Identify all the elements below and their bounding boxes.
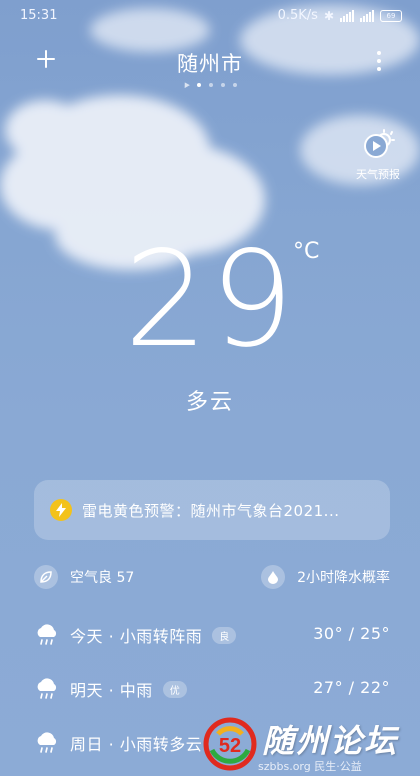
rain-probability[interactable]: 2小时降水概率 (261, 565, 390, 589)
watermark-title: 随州论坛 (262, 722, 399, 760)
air-quality-badge: 良 (212, 626, 237, 644)
rain-cloud-icon (37, 732, 57, 753)
leaf-icon (34, 565, 58, 589)
page-dot (197, 82, 201, 87)
page-dot (209, 82, 213, 87)
lightning-icon (50, 499, 72, 521)
network-speed: 0.5K/s (277, 8, 318, 23)
city-name[interactable]: 随州市 (0, 48, 420, 78)
svg-text:52: 52 (219, 735, 241, 757)
page-dot (233, 82, 237, 87)
forecast-row[interactable]: 明天 · 中雨 优 27° / 22° (34, 672, 390, 706)
air-quality-badge: 优 (162, 680, 187, 698)
aqi-label: 空气良 57 (70, 570, 135, 586)
current-temperature: 29 °C (0, 225, 420, 375)
current-condition: 多云 (185, 390, 234, 415)
raindrop-icon (261, 565, 286, 589)
alert-text: 雷电黄色预警：随州市气象台2021... (82, 501, 340, 520)
status-bar: 15:31 0.5K/s ✱ 69 (0, 0, 420, 32)
forecast-label: 周日 · 小雨转多云 (70, 735, 203, 754)
forum-logo-icon: 52 (203, 717, 257, 771)
weather-alert[interactable]: 雷电黄色预警：随州市气象台2021... (34, 480, 390, 540)
play-sun-icon (364, 129, 395, 158)
city-page-indicator (0, 80, 420, 89)
status-indicators: 0.5K/s ✱ 69 (278, 8, 402, 23)
rain-cloud-icon (37, 624, 57, 645)
rain-label: 2小时降水概率 (297, 570, 390, 586)
rain-cloud-icon (37, 678, 57, 699)
temperature-value: 29 (124, 223, 296, 377)
air-quality[interactable]: 空气良 57 (34, 565, 134, 589)
forecast-label: 明天 · 中雨 (70, 681, 153, 700)
bluetooth-icon: ✱ (323, 8, 334, 23)
more-vertical-icon[interactable] (376, 51, 382, 71)
status-time: 15:31 (20, 8, 58, 23)
info-row: 空气良 57 2小时降水概率 (34, 565, 390, 595)
signal-icon (340, 9, 354, 22)
page-dot (221, 82, 225, 87)
header: 随州市 (0, 44, 420, 92)
video-forecast-label: 天气预报 (356, 168, 400, 181)
battery-icon: 69 (380, 9, 402, 22)
location-arrow-icon (182, 80, 190, 89)
forum-watermark: 52 随州论坛 szbbs.org 民生·公益 (200, 712, 420, 776)
forecast-row[interactable]: 今天 · 小雨转阵雨 良 30° / 25° (34, 618, 390, 652)
forecast-label: 今天 · 小雨转阵雨 (70, 627, 203, 646)
temperature-range: 30° / 25° (313, 624, 390, 643)
temperature-unit: °C (293, 239, 320, 264)
signal-icon-2 (360, 9, 374, 22)
video-forecast-button[interactable]: 天气预报 (348, 128, 408, 182)
temperature-range: 27° / 22° (313, 678, 390, 697)
watermark-sub: szbbs.org 民生·公益 (258, 760, 362, 773)
